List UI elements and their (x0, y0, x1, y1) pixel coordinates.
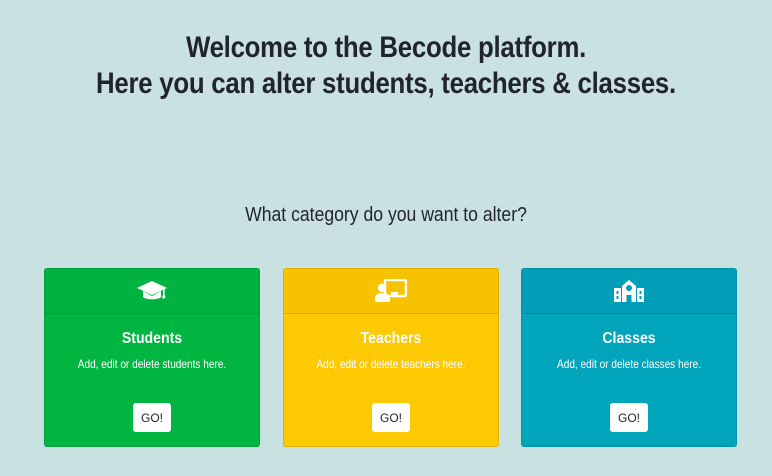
category-question: What category do you want to alter? (245, 204, 527, 226)
classes-card-text: Add, edit or delete classes here. (556, 357, 702, 371)
classes-card-body: Classes Add, edit or delete classes here… (522, 329, 736, 371)
classes-card-header (522, 269, 736, 314)
classes-card: Classes Add, edit or delete classes here… (521, 268, 737, 447)
school-icon (613, 279, 645, 303)
students-card-header (45, 269, 259, 314)
students-card-text: Add, edit or delete students here. (77, 357, 227, 371)
heading-line-1: Welcome to the Becode platform. (185, 31, 587, 64)
students-card-title: Students (121, 330, 183, 347)
page-heading: Welcome to the Becode platform. Here you… (54, 30, 718, 102)
classes-go-button[interactable]: GO! (610, 403, 648, 432)
classes-card-title: Classes (602, 330, 656, 347)
graduation-cap-icon (136, 280, 168, 302)
students-go-button[interactable]: GO! (133, 403, 171, 432)
students-card: Students Add, edit or delete students he… (44, 268, 260, 447)
teachers-card-body: Teachers Add, edit or delete teachers he… (284, 329, 498, 371)
heading-line-2: Here you can alter students, teachers & … (96, 67, 676, 100)
teachers-card-header (284, 269, 498, 314)
teachers-card-title: Teachers (360, 330, 422, 347)
chalkboard-teacher-icon (375, 279, 407, 303)
teachers-card-text: Add, edit or delete teachers here. (316, 357, 466, 371)
students-card-body: Students Add, edit or delete students he… (45, 329, 259, 371)
teachers-go-button[interactable]: GO! (372, 403, 410, 432)
teachers-card: Teachers Add, edit or delete teachers he… (283, 268, 499, 447)
